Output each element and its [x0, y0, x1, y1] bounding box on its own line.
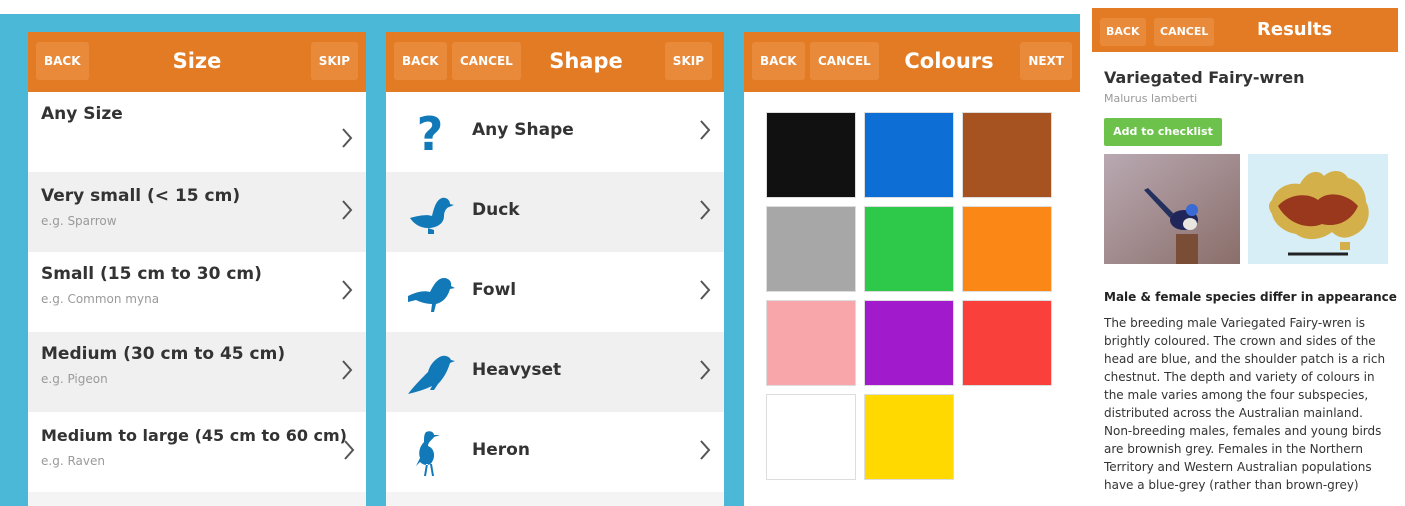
- shape-screen: BACK CANCEL Shape SKIP ? Any Shape Duck …: [386, 32, 724, 506]
- species-description: The breeding male Variegated Fairy-wren …: [1104, 316, 1386, 492]
- size-top-bar: BACK Size SKIP: [28, 32, 366, 92]
- shape-top-bar: BACK CANCEL Shape SKIP: [386, 32, 724, 92]
- bird-photo[interactable]: [1104, 154, 1240, 264]
- size-skip-button[interactable]: SKIP: [310, 42, 358, 80]
- size-item-label: Any Size: [41, 104, 123, 124]
- colour-swatch[interactable]: [766, 394, 856, 480]
- size-item-example: e.g. Common myna: [41, 292, 160, 306]
- shape-item-fowl[interactable]: Fowl: [386, 252, 724, 332]
- shape-item-any[interactable]: ? Any Shape: [386, 92, 724, 172]
- chevron-right-icon: [700, 440, 711, 460]
- colour-swatch[interactable]: [766, 206, 856, 292]
- results-cancel-button[interactable]: CANCEL: [1154, 18, 1215, 46]
- colour-back-button[interactable]: BACK: [752, 42, 805, 80]
- size-item-label: Small (15 cm to 30 cm): [41, 264, 262, 284]
- size-item-medium-large[interactable]: Medium to large (45 cm to 60 cm) e.g. Ra…: [28, 412, 366, 492]
- shape-back-button[interactable]: BACK: [394, 42, 447, 80]
- question-icon: ?: [417, 107, 444, 158]
- chevron-right-icon: [342, 200, 353, 220]
- scientific-name: Malurus lamberti: [1104, 92, 1198, 105]
- colour-swatch[interactable]: [962, 112, 1052, 198]
- results-back-button[interactable]: BACK: [1100, 18, 1146, 46]
- shape-item-label: Any Shape: [472, 120, 574, 140]
- colour-swatch[interactable]: [766, 112, 856, 198]
- shape-skip-button[interactable]: SKIP: [664, 42, 712, 80]
- colour-screen: BACK CANCEL Colours NEXT: [744, 32, 1080, 506]
- size-item-medium[interactable]: Medium (30 cm to 45 cm) e.g. Pigeon: [28, 332, 366, 412]
- chevron-right-icon: [700, 360, 711, 380]
- duck-icon: [410, 197, 454, 234]
- size-screen: BACK Size SKIP Any Size Very small (< 15…: [28, 32, 366, 506]
- colour-top-bar: BACK CANCEL Colours NEXT: [744, 32, 1080, 92]
- svg-text:?: ?: [417, 107, 444, 158]
- chevron-right-icon: [342, 360, 353, 380]
- chevron-right-icon: [700, 200, 711, 220]
- heavyset-icon: [408, 355, 455, 394]
- results-top-bar: BACK CANCEL Results: [1092, 8, 1398, 52]
- size-item-example: e.g. Pigeon: [41, 372, 108, 386]
- size-item-example: e.g. Raven: [41, 454, 105, 468]
- chevron-right-icon: [342, 280, 353, 300]
- colour-swatch[interactable]: [962, 300, 1052, 386]
- shape-item-label: Heavyset: [472, 360, 562, 380]
- shape-item-label: Duck: [472, 200, 520, 220]
- add-to-checklist-button[interactable]: Add to checklist: [1104, 118, 1222, 146]
- distribution-map[interactable]: [1248, 154, 1388, 264]
- colour-swatch[interactable]: [864, 394, 954, 480]
- results-title: Results: [1257, 19, 1333, 40]
- size-item-small[interactable]: Small (15 cm to 30 cm) e.g. Common myna: [28, 252, 366, 332]
- shape-cancel-button[interactable]: CANCEL: [452, 42, 521, 80]
- colour-swatch[interactable]: [864, 112, 954, 198]
- shape-item-label: Heron: [472, 440, 530, 460]
- colour-next-button[interactable]: NEXT: [1020, 42, 1072, 80]
- section-heading: Male & female species differ in appearan…: [1104, 290, 1397, 304]
- colour-cancel-button[interactable]: CANCEL: [810, 42, 879, 80]
- fowl-icon: [408, 278, 455, 312]
- chevron-right-icon: [344, 440, 355, 460]
- colour-swatch[interactable]: [864, 300, 954, 386]
- chevron-right-icon: [700, 120, 711, 140]
- colour-swatch[interactable]: [864, 206, 954, 292]
- chevron-right-icon: [700, 280, 711, 300]
- size-item-example: e.g. Sparrow: [41, 214, 117, 228]
- colour-swatch[interactable]: [766, 300, 856, 386]
- colour-swatch[interactable]: [962, 206, 1052, 292]
- size-item-very-small[interactable]: Very small (< 15 cm) e.g. Sparrow: [28, 172, 366, 252]
- shape-item-heavyset[interactable]: Heavyset: [386, 332, 724, 412]
- size-item-label: Very small (< 15 cm): [41, 186, 241, 206]
- colour-title: Colours: [904, 49, 994, 73]
- size-item-label: Medium (30 cm to 45 cm): [41, 344, 286, 364]
- species-name: Variegated Fairy-wren: [1104, 68, 1305, 87]
- chevron-right-icon: [342, 128, 353, 148]
- shape-item-label: Fowl: [472, 280, 517, 300]
- size-item-any[interactable]: Any Size: [28, 92, 366, 172]
- results-screen: BACK CANCEL Results Variegated Fairy-wre…: [1092, 8, 1398, 506]
- shape-item-duck[interactable]: Duck: [386, 172, 724, 252]
- heron-icon: [416, 431, 440, 476]
- shape-title: Shape: [549, 49, 623, 73]
- size-item-label: Medium to large (45 cm to 60 cm): [41, 426, 347, 445]
- shape-item-heron[interactable]: Heron: [386, 412, 724, 492]
